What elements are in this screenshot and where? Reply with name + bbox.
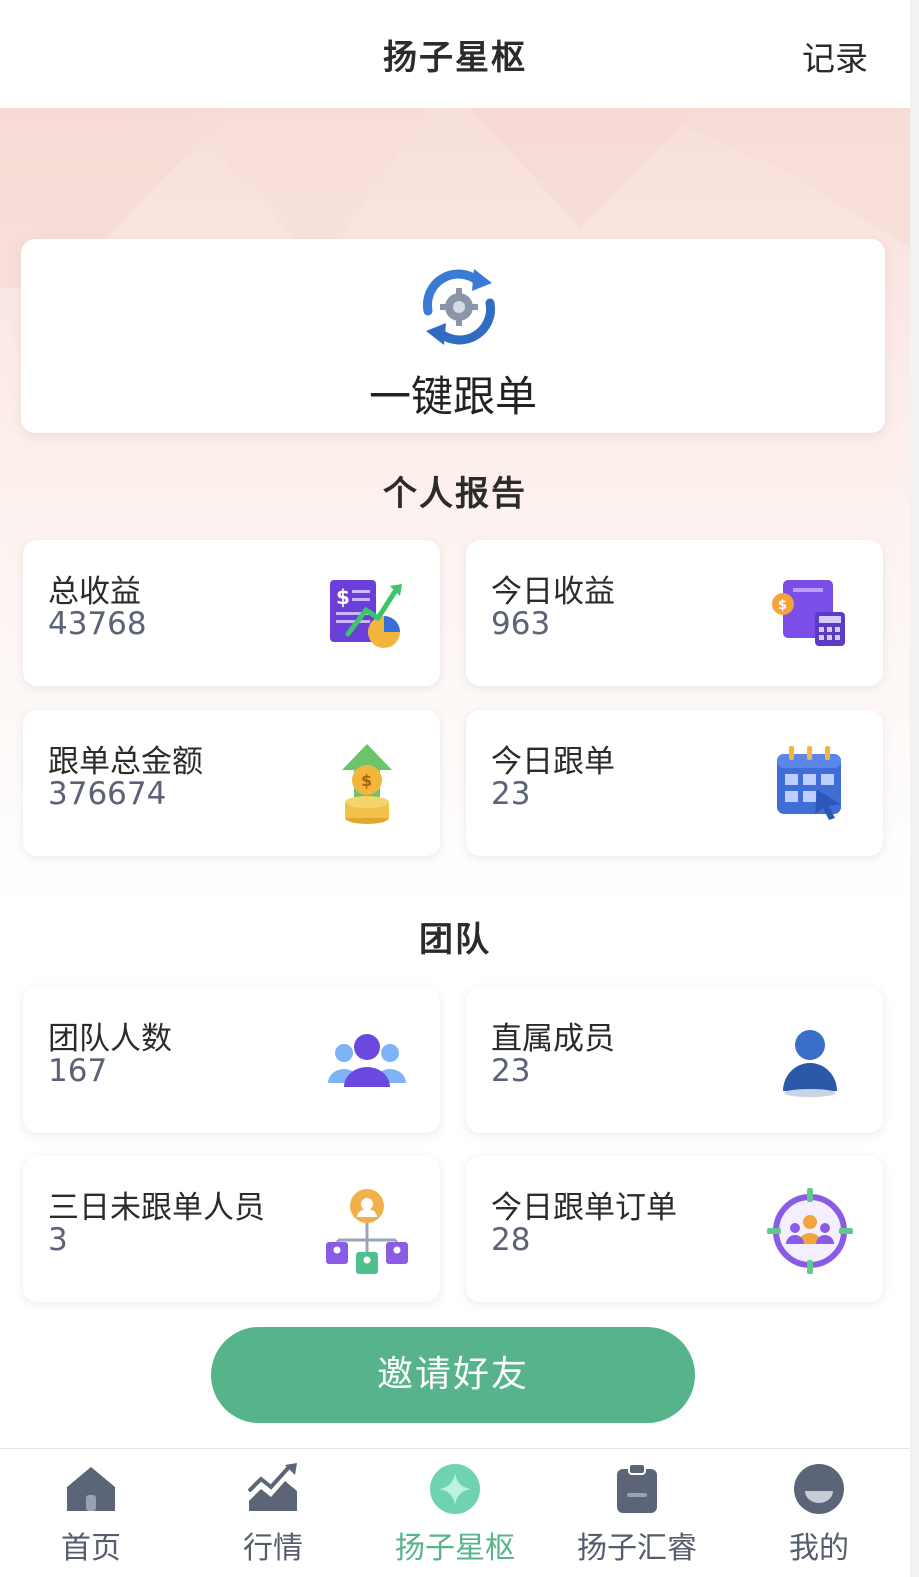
tab-label: 我的: [789, 1531, 849, 1566]
top-header: 扬子星枢 记录: [0, 0, 910, 108]
card-label: 团队人数: [48, 1021, 172, 1057]
card-value: 23: [491, 1053, 531, 1089]
tab-label: 行情: [243, 1531, 303, 1566]
svg-text:$: $: [336, 585, 350, 609]
tab-yangzi-huirui[interactable]: 扬子汇睿: [546, 1449, 728, 1577]
app-root: 扬子星枢 记录 一键跟单 个人报告 总收益 43768 $ 今日收益 963 $…: [0, 0, 910, 1577]
card-label: 今日收益: [491, 574, 615, 610]
target-users-icon: [767, 1188, 853, 1274]
user-icon: [783, 1030, 837, 1097]
right-edge-strip: [910, 0, 919, 1577]
card-value: 963: [491, 606, 551, 642]
group-users-icon: [328, 1034, 406, 1087]
coins-up-icon: $: [342, 744, 392, 824]
today-follow-card[interactable]: 今日跟单 23: [466, 710, 883, 856]
svg-text:$: $: [361, 771, 372, 790]
calendar-icon: [777, 746, 841, 820]
revenue-chart-icon: $: [330, 580, 402, 648]
card-label: 跟单总金额: [48, 744, 203, 780]
direct-members-card[interactable]: 直属成员 23: [466, 987, 883, 1133]
home-icon: [67, 1467, 115, 1511]
svg-text:$: $: [778, 598, 787, 613]
card-value: 3: [48, 1222, 68, 1258]
card-value: 23: [491, 776, 531, 812]
tab-label: 首页: [61, 1531, 121, 1566]
card-value: 376674: [48, 776, 167, 812]
team-title: 团队: [419, 920, 491, 960]
card-label: 总收益: [48, 574, 141, 610]
invite-friends-button[interactable]: 邀请好友: [211, 1327, 695, 1423]
tab-label: 扬子星枢: [395, 1531, 515, 1566]
total-follow-amount-card[interactable]: 跟单总金额 376674 $: [23, 710, 440, 856]
total-revenue-card[interactable]: 总收益 43768 $: [23, 540, 440, 686]
team-size-card[interactable]: 团队人数 167: [23, 987, 440, 1133]
tab-home[interactable]: 首页: [0, 1449, 182, 1577]
page-title: 扬子星枢: [383, 38, 527, 78]
one-click-follow-card[interactable]: 一键跟单: [21, 239, 885, 433]
card-label: 直属成员: [491, 1021, 615, 1057]
three-days-no-follow-card[interactable]: 三日未跟单人员 3: [23, 1156, 440, 1302]
bottom-tab-bar: 首页 行情 扬子星枢 扬子汇睿 我的: [0, 1448, 910, 1577]
org-chart-icon: [326, 1189, 408, 1274]
sync-gear-icon: [422, 269, 496, 345]
wallet-calculator-icon: $: [772, 580, 845, 646]
tab-market[interactable]: 行情: [182, 1449, 364, 1577]
profile-icon: [794, 1464, 844, 1514]
star-icon: [430, 1464, 480, 1514]
one-click-follow-label: 一键跟单: [368, 372, 537, 421]
card-label: 今日跟单: [491, 744, 615, 780]
card-value: 167: [48, 1053, 108, 1089]
tab-label: 扬子汇睿: [577, 1531, 697, 1566]
personal-report-title: 个人报告: [383, 474, 527, 514]
clipboard-icon: [617, 1463, 657, 1513]
tab-mine[interactable]: 我的: [728, 1449, 910, 1577]
market-trend-icon: [247, 1463, 297, 1511]
card-value: 43768: [48, 606, 147, 642]
card-label: 三日未跟单人员: [48, 1190, 265, 1226]
tab-yangzi-xingshu[interactable]: 扬子星枢: [364, 1449, 546, 1577]
card-value: 28: [491, 1222, 531, 1258]
record-link[interactable]: 记录: [802, 32, 868, 80]
card-label: 今日跟单订单: [491, 1190, 677, 1226]
today-follow-orders-card[interactable]: 今日跟单订单 28: [466, 1156, 883, 1302]
today-revenue-card[interactable]: 今日收益 963 $: [466, 540, 883, 686]
